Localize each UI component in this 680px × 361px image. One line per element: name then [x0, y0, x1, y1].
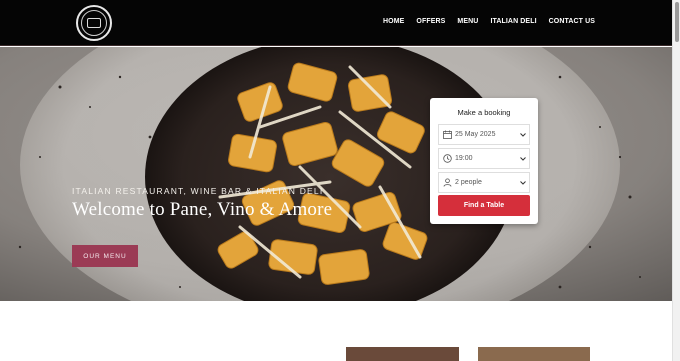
chevron-down-icon [517, 180, 529, 185]
chevron-down-icon [517, 132, 529, 137]
hero-title: Welcome to Pane, Vino & Amore [72, 199, 333, 220]
logo-ring [81, 10, 107, 36]
time-value: 19:00 [455, 155, 473, 162]
page: HOME OFFERS MENU ITALIAN DELI CONTACT US [0, 0, 680, 361]
clock-icon [439, 154, 455, 163]
nav-menu[interactable]: MENU [457, 18, 478, 25]
gallery-image[interactable] [346, 347, 459, 361]
site-header: HOME OFFERS MENU ITALIAN DELI CONTACT US [0, 0, 672, 46]
guests-value: 2 people [455, 179, 482, 186]
nav-contact-us[interactable]: CONTACT US [549, 18, 595, 25]
logo-mark [87, 18, 101, 28]
booking-title: Make a booking [457, 108, 511, 117]
time-select[interactable]: 19:00 [438, 148, 530, 169]
scrollbar-thumb[interactable] [675, 2, 679, 42]
hero-section: ITALIAN RESTAURANT, WINE BAR & ITALIAN D… [0, 47, 672, 301]
nav-home[interactable]: HOME [383, 18, 404, 25]
gallery-image[interactable] [478, 347, 590, 361]
nav-offers[interactable]: OFFERS [416, 18, 445, 25]
our-menu-button[interactable]: OUR MENU [72, 245, 138, 267]
content-section [0, 301, 672, 361]
nav-italian-deli[interactable]: ITALIAN DELI [490, 18, 536, 25]
hero-tagline: ITALIAN RESTAURANT, WINE BAR & ITALIAN D… [72, 186, 324, 196]
person-icon [439, 178, 455, 187]
date-value: 25 May 2025 [455, 131, 496, 138]
calendar-icon [439, 130, 455, 139]
main-nav: HOME OFFERS MENU ITALIAN DELI CONTACT US [383, 18, 595, 25]
scrollbar[interactable] [672, 0, 680, 361]
booking-widget: Make a booking 25 May 2025 19:00 2 peopl… [430, 98, 538, 224]
logo[interactable] [76, 5, 112, 41]
guests-select[interactable]: 2 people [438, 172, 530, 193]
chevron-down-icon [517, 156, 529, 161]
date-select[interactable]: 25 May 2025 [438, 124, 530, 145]
find-table-button[interactable]: Find a Table [438, 195, 530, 216]
